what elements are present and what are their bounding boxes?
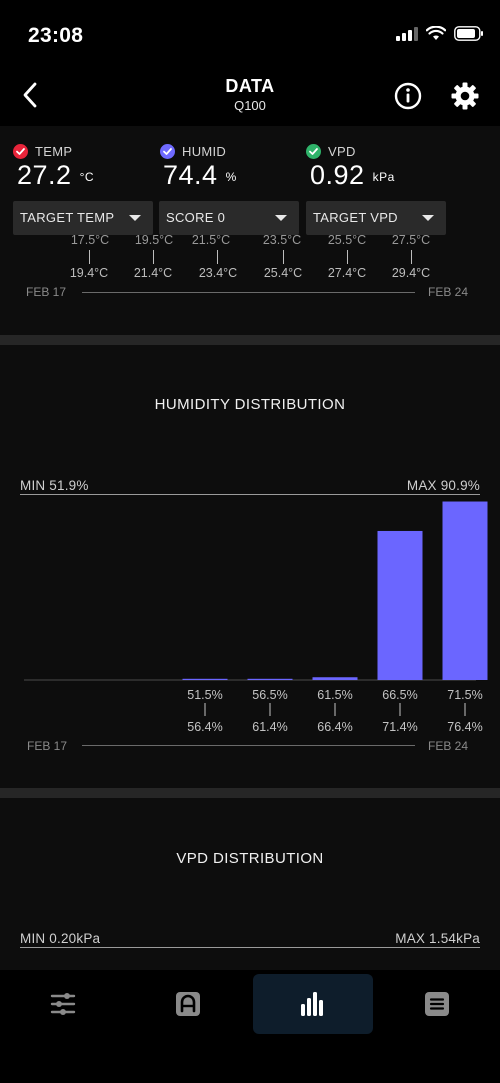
target-temp-dropdown-label: TARGET TEMP [20,210,115,225]
vpd-unit: kPa [372,170,395,184]
target-vpd-dropdown-label: TARGET VPD [313,210,398,225]
status-time: 23:08 [28,24,84,47]
temp-range-top: 19.5°C [134,233,174,247]
target-temp-dropdown[interactable]: TARGET TEMP [13,201,153,235]
temp-metric: TEMP 27.2 °C [13,144,94,191]
humidity-range-bottom-label: 71.4% [382,720,417,734]
humidity-date-end: FEB 24 [428,739,469,753]
humidity-bar-chart: 51.5% 56.4% 56.5% 61.4% 61.5% 66.4% 66.5% 71.4%… [24,501,488,734]
temp-date-line [82,292,415,293]
humid-value: 74.4 [163,160,218,190]
cellular-signal-icon [396,26,418,41]
tab-data[interactable] [253,974,373,1034]
chevron-down-icon [129,215,141,221]
tab-mode[interactable] [128,974,248,1034]
humidity-date-start: FEB 17 [27,739,68,753]
bottom-tab-bar [0,970,500,1083]
score-dropdown[interactable]: SCORE 0 [159,201,299,235]
page-title: DATA [225,76,275,96]
humidity-date-line [82,745,415,746]
vpd-value: 0.92 [310,160,365,190]
vpd-label: VPD [328,144,356,159]
vpd-metric: VPD 0.92 kPa [306,144,395,191]
vpd-distribution-section: VPD DISTRIBUTION MIN 0.20kPa MAX 1.54kPa [0,798,500,970]
tab-log[interactable] [377,974,497,1034]
temp-range-top: 17.5°C [70,233,110,247]
humidity-bar [182,678,228,680]
temp-range-bottom: 27.4°C [327,266,367,280]
tick-line [347,250,348,264]
vpd-check-icon [306,144,321,159]
temp-range-top: 27.5°C [391,233,431,247]
humid-label: HUMID [182,144,227,159]
score-dropdown-label: SCORE 0 [166,210,226,225]
section-divider [0,335,500,345]
vpd-max-label: MAX 1.54kPa [395,931,480,946]
tab-settings[interactable] [3,974,123,1034]
tick-line [283,250,284,264]
metrics-panel: TEMP 27.2 °C HUMID 74.4% VPD 0.92 kPa 17.5… [0,126,500,336]
device-name: Q100 [234,98,266,113]
temp-range-top: 23.5°C [262,233,302,247]
humidity-distribution-section: HUMIDITY DISTRIBUTION MIN 51.9% MAX 90.9… [0,345,500,788]
humidity-range-bottom-label: 61.4% [252,720,287,734]
humidity-range-top-label: 66.5% [382,688,417,702]
temp-label: TEMP [35,144,73,159]
status-icons [396,26,484,41]
temp-date-start: FEB 17 [26,285,67,299]
vpd-max-line [20,947,480,948]
chevron-down-icon [422,215,434,221]
info-icon[interactable] [393,81,423,111]
humidity-range-bottom-label: 66.4% [317,720,352,734]
temp-check-icon [13,144,28,159]
tick-line [411,250,412,264]
temp-range-top: 25.5°C [327,233,367,247]
humidity-bar [442,501,488,680]
humidity-range-top-label: 51.5% [187,688,222,702]
bar-chart-icon [301,992,323,1016]
mode-icon [176,992,200,1016]
humidity-range-top-label: 61.5% [317,688,352,702]
temp-range-bottom: 21.4°C [133,266,173,280]
humidity-bar [247,678,293,680]
target-vpd-dropdown[interactable]: TARGET VPD [306,201,446,235]
tick-line [217,250,218,264]
status-bar: 23:08 [0,0,500,70]
humid-metric: HUMID 74.4% [160,144,237,191]
gear-icon[interactable] [450,81,480,111]
battery-icon [454,26,483,41]
humidity-bar [377,530,423,680]
tick-line [153,250,154,264]
temp-unit: °C [79,170,95,184]
humidity-range-top-label: 56.5% [252,688,287,702]
humid-unit: % [225,170,237,184]
vpd-distribution-title: VPD DISTRIBUTION [176,850,324,867]
humidity-range-bottom-label: 56.4% [187,720,222,734]
list-icon [425,992,449,1016]
humidity-bar [312,677,358,680]
humidity-range-bottom-label: 76.4% [447,720,482,734]
temp-range-bottom: 19.4°C [69,266,109,280]
temp-value: 27.2 [17,160,72,190]
temp-range-top: 21.5°C [191,233,231,247]
tick-line [89,250,90,264]
section-divider [0,788,500,798]
temp-range-bottom: 25.4°C [263,266,303,280]
nav-header: DATA Q100 [0,70,500,126]
humidity-range-top-label: 71.5% [447,688,482,702]
chevron-down-icon [275,215,287,221]
temp-date-end: FEB 24 [428,285,469,299]
temp-range-bottom: 23.4°C [198,266,238,280]
sliders-icon [50,993,76,1015]
humid-check-icon [160,144,175,159]
temp-range-bottom: 29.4°C [391,266,431,280]
wifi-icon [426,26,446,40]
vpd-min-label: MIN 0.20kPa [20,931,101,946]
